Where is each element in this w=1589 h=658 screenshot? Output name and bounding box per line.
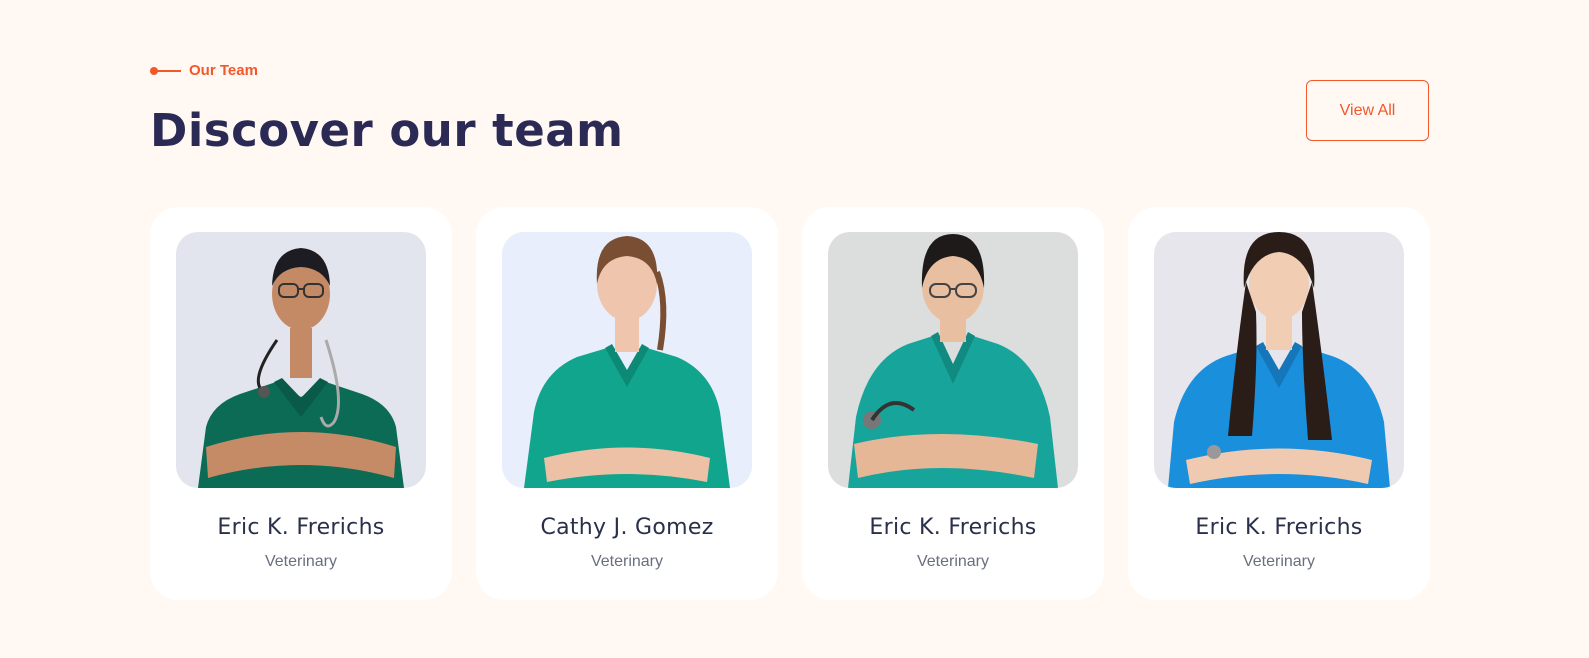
team-member-role: Veterinary	[590, 553, 664, 570]
team-member-photo	[176, 232, 426, 488]
section-eyebrow: Our Team	[150, 62, 258, 79]
team-member-name: Eric K. Frerichs	[217, 515, 385, 540]
team-member-name: Eric K. Frerichs	[1195, 515, 1363, 540]
team-member-photo	[502, 232, 752, 488]
team-cards: Eric K. Frerichs Veterinary Cathy J. Gom…	[150, 207, 1430, 600]
team-member-role: Veterinary	[264, 553, 338, 570]
section-title: Discover our team	[150, 104, 624, 157]
team-member-name: Eric K. Frerichs	[869, 515, 1037, 540]
view-all-button[interactable]: View All	[1306, 80, 1429, 141]
team-card[interactable]: Cathy J. Gomez Veterinary	[476, 207, 778, 600]
team-section: Our Team Discover our team View All Eric…	[0, 0, 1589, 658]
team-card[interactable]: Eric K. Frerichs Veterinary	[802, 207, 1104, 600]
eyebrow-line-icon	[150, 66, 181, 75]
team-member-photo	[828, 232, 1078, 488]
team-card[interactable]: Eric K. Frerichs Veterinary	[1128, 207, 1430, 600]
team-member-photo	[1154, 232, 1404, 488]
team-card[interactable]: Eric K. Frerichs Veterinary	[150, 207, 452, 600]
team-member-role: Veterinary	[916, 553, 990, 570]
team-member-name: Cathy J. Gomez	[540, 515, 714, 540]
eyebrow-label: Our Team	[189, 62, 258, 79]
team-member-role: Veterinary	[1242, 553, 1316, 570]
